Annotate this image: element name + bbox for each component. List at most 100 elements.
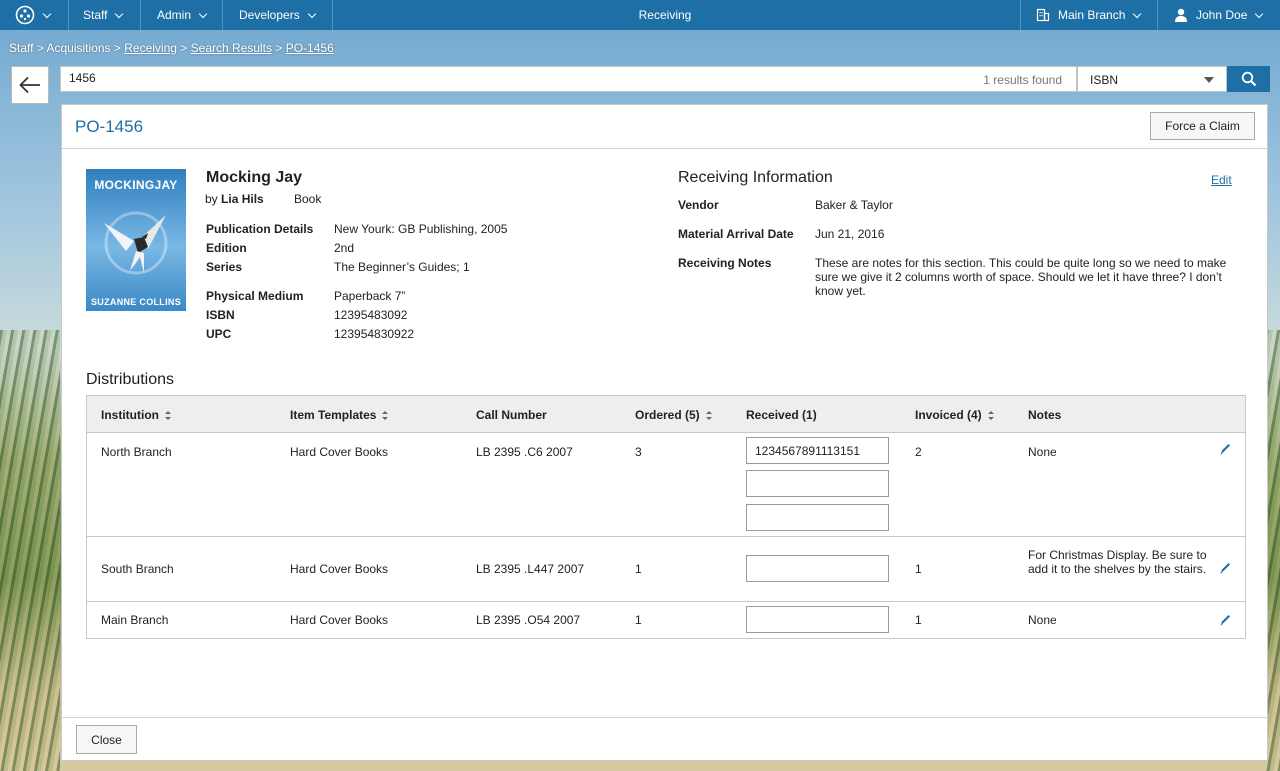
column-label: Invoiced (4) (915, 408, 982, 422)
search-field-value: ISBN (1090, 73, 1119, 87)
breadcrumb-link-receiving[interactable]: Receiving (124, 41, 177, 55)
nav-menu-admin[interactable]: Admin (141, 0, 223, 30)
cell-institution: Main Branch (101, 613, 169, 627)
book-title: Mocking Jay (206, 169, 303, 186)
received-barcode-input[interactable] (746, 555, 889, 582)
column-header-institution[interactable]: Institution (101, 408, 171, 422)
cell-notes: None (1028, 445, 1057, 459)
nav-menu-developers[interactable]: Developers (223, 0, 333, 30)
cell-ordered: 1 (635, 613, 642, 627)
background-grass-right (1266, 330, 1280, 771)
received-barcode-input[interactable] (746, 504, 889, 531)
background-grass-left (0, 330, 60, 771)
chevron-down-icon (307, 9, 316, 18)
received-barcode-input[interactable] (746, 470, 889, 497)
receiving-notes-label: Receiving Notes (678, 256, 772, 270)
breadcrumb: Staff > Acquisitions > Receiving > Searc… (9, 41, 334, 55)
pencil-icon[interactable] (1218, 442, 1232, 456)
breadcrumb-item-acquisitions: Acquisitions (46, 41, 111, 55)
breadcrumb-separator: > (36, 41, 44, 55)
breadcrumb-link-search-results[interactable]: Search Results (191, 41, 272, 55)
branch-selector[interactable]: Main Branch (1020, 0, 1157, 30)
detail-label: Publication Details (206, 222, 314, 236)
received-barcode-input[interactable] (746, 437, 889, 464)
user-icon (1175, 8, 1187, 22)
pencil-icon[interactable] (1218, 561, 1232, 575)
receiving-info-title: Receiving Information (678, 169, 833, 186)
table-row: Main Branch Hard Cover Books LB 2395 .O5… (87, 602, 1245, 638)
building-icon (1036, 8, 1050, 22)
breadcrumb-link-po[interactable]: PO-1456 (286, 41, 334, 55)
result-count: 1 results found (983, 73, 1062, 87)
cell-notes: None (1028, 613, 1057, 627)
cell-ordered: 1 (635, 562, 642, 576)
detail-label: Physical Medium (206, 289, 304, 303)
page-title: Receiving (638, 8, 692, 22)
detail-label: Series (206, 260, 243, 274)
detail-value: 12395483092 (334, 308, 408, 322)
pencil-icon[interactable] (1218, 613, 1232, 627)
search-button[interactable] (1227, 66, 1270, 92)
breadcrumb-separator: > (113, 41, 121, 55)
back-button[interactable] (11, 66, 49, 104)
user-menu[interactable]: John Doe (1157, 0, 1280, 30)
panel-footer: Close (62, 717, 1267, 761)
receiving-notes: These are notes for this section. This c… (815, 256, 1227, 298)
column-header-received: Received (1) (746, 408, 817, 422)
cell-call-number: LB 2395 .C6 2007 (476, 445, 573, 459)
close-button[interactable]: Close (76, 725, 137, 754)
table-row: South Branch Hard Cover Books LB 2395 .L… (87, 537, 1245, 602)
search-bar: 1 results found (60, 66, 1077, 92)
cell-invoiced: 1 (915, 562, 922, 576)
cell-invoiced: 2 (915, 445, 922, 459)
table-header: Institution Item Templates Call Number O… (87, 396, 1245, 433)
force-claim-button[interactable]: Force a Claim (1150, 112, 1255, 140)
cell-item-template: Hard Cover Books (290, 562, 389, 576)
detail-value: The Beginner’s Guides; 1 (334, 260, 470, 274)
column-label: Item Templates (290, 408, 377, 422)
sort-icon (382, 410, 389, 420)
sort-icon (987, 410, 994, 420)
column-header-call-number: Call Number (476, 408, 547, 422)
cell-call-number: LB 2395 .L447 2007 (476, 562, 585, 576)
cover-title: MOCKINGJAY (94, 178, 178, 192)
sort-icon (705, 410, 712, 420)
sort-icon (164, 410, 171, 420)
user-name: John Doe (1196, 8, 1248, 22)
column-label: Ordered (5) (635, 408, 700, 422)
column-label: Call Number (476, 408, 547, 422)
arrival-date-label: Material Arrival Date (678, 227, 794, 241)
by-label: by (205, 192, 218, 206)
dropdown-caret-icon (1204, 77, 1214, 83)
detail-value: New Yourk: GB Publishing, 2005 (334, 222, 508, 236)
app-logo-icon (15, 5, 35, 25)
column-label: Institution (101, 408, 159, 422)
nav-menu-staff[interactable]: Staff (69, 0, 141, 30)
column-header-item-templates[interactable]: Item Templates (290, 408, 389, 422)
cell-item-template: Hard Cover Books (290, 613, 389, 627)
app-menu[interactable] (0, 0, 69, 30)
cell-notes: For Christmas Display. Be sure to add it… (1028, 548, 1207, 576)
search-input[interactable] (69, 71, 769, 85)
breadcrumb-item-staff: Staff (9, 41, 34, 55)
nav-menu-label: Admin (157, 8, 192, 22)
edit-receiving-link[interactable]: Edit (1211, 173, 1232, 187)
search-icon (1241, 71, 1256, 87)
chevron-down-icon (1255, 9, 1264, 18)
detail-label: UPC (206, 327, 232, 341)
book-cover-image: MOCKINGJAY SUZANNE COLLINS (86, 169, 186, 311)
search-field-select[interactable]: ISBN (1077, 66, 1227, 92)
cell-institution: South Branch (101, 562, 174, 576)
column-header-invoiced[interactable]: Invoiced (4) (915, 408, 994, 422)
received-barcode-input[interactable] (746, 606, 889, 633)
distributions-title: Distributions (86, 371, 175, 388)
po-panel: PO-1456 Force a Claim MOCKINGJAY SUZANNE… (61, 104, 1268, 761)
chevron-down-icon (198, 9, 208, 18)
po-title: PO-1456 (75, 117, 144, 136)
chevron-down-icon (1133, 9, 1142, 18)
detail-value: Paperback 7” (334, 289, 406, 303)
mockingjay-bird-icon (104, 211, 168, 275)
breadcrumb-separator: > (275, 41, 283, 55)
column-header-ordered[interactable]: Ordered (5) (635, 408, 712, 422)
chevron-down-icon (42, 9, 52, 18)
